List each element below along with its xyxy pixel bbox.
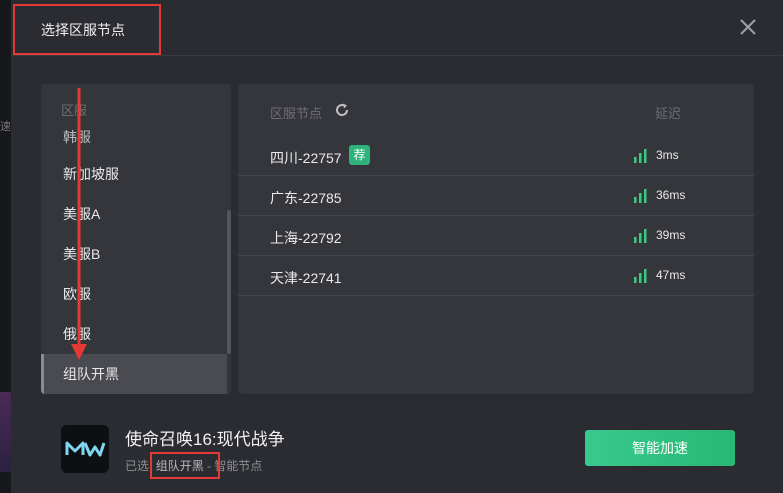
region-item-eu[interactable]: 欧服 bbox=[41, 274, 227, 314]
node-name: 上海-22792 bbox=[270, 230, 342, 246]
region-list-panel: 区服 韩服 新加坡服 美服A 美服B 欧服 俄服 组队开黑 bbox=[41, 84, 231, 394]
region-list-header: 区服 bbox=[61, 103, 88, 118]
signal-icon bbox=[634, 149, 647, 163]
region-item-us-b[interactable]: 美服B bbox=[41, 234, 227, 274]
refresh-icon[interactable] bbox=[334, 102, 350, 118]
game-logo bbox=[61, 425, 109, 473]
region-item-team-play[interactable]: 组队开黑 bbox=[41, 354, 227, 394]
node-row[interactable]: 天津-22741 47ms bbox=[238, 256, 754, 296]
smart-boost-button[interactable]: 智能加速 bbox=[585, 430, 735, 466]
node-latency: 39ms bbox=[656, 228, 686, 242]
selection-prefix: 已选: bbox=[125, 459, 153, 473]
node-row[interactable]: 四川-22757 荐 3ms bbox=[238, 136, 754, 176]
region-item-us-a[interactable]: 美服A bbox=[41, 194, 227, 234]
node-latency: 3ms bbox=[656, 148, 679, 162]
node-name: 广东-22785 bbox=[270, 190, 342, 206]
node-list-panel: 区服节点 延迟 四川-22757 荐 3ms 广东-22785 36ms 上海-… bbox=[238, 84, 754, 394]
region-node-dialog: 选择区服节点 区服 韩服 新加坡服 美服A 美服B 欧服 俄服 组队开黑 区服节… bbox=[11, 0, 783, 493]
background-text: 速 bbox=[0, 121, 11, 133]
signal-icon bbox=[634, 269, 647, 283]
region-item-korea[interactable]: 韩服 bbox=[41, 130, 227, 144]
node-latency: 36ms bbox=[656, 188, 686, 202]
annotation-box-selection bbox=[150, 452, 220, 479]
annotation-box-title bbox=[13, 4, 161, 55]
selected-node: 智能节点 bbox=[214, 459, 263, 473]
node-latency: 47ms bbox=[656, 268, 686, 282]
region-list-scrollbar[interactable] bbox=[227, 210, 231, 354]
latency-header: 延迟 bbox=[655, 106, 682, 121]
signal-icon bbox=[634, 189, 647, 203]
region-item-singapore[interactable]: 新加坡服 bbox=[41, 154, 227, 194]
node-row[interactable]: 广东-22785 36ms bbox=[238, 176, 754, 216]
node-name: 四川-22757 bbox=[270, 150, 342, 166]
background-thumbnail bbox=[0, 392, 11, 472]
node-name: 天津-22741 bbox=[270, 270, 342, 286]
close-icon[interactable] bbox=[738, 17, 758, 37]
game-title: 使命召唤16:现代战争 bbox=[125, 430, 285, 449]
dialog-header: 选择区服节点 bbox=[11, 0, 783, 56]
region-item-ru[interactable]: 俄服 bbox=[41, 314, 227, 354]
signal-icon bbox=[634, 229, 647, 243]
node-list-header: 区服节点 bbox=[270, 106, 323, 121]
recommended-badge: 荐 bbox=[349, 145, 370, 165]
background-app-strip: 速 bbox=[0, 0, 11, 493]
node-row[interactable]: 上海-22792 39ms bbox=[238, 216, 754, 256]
mw-logo-icon bbox=[65, 441, 106, 457]
